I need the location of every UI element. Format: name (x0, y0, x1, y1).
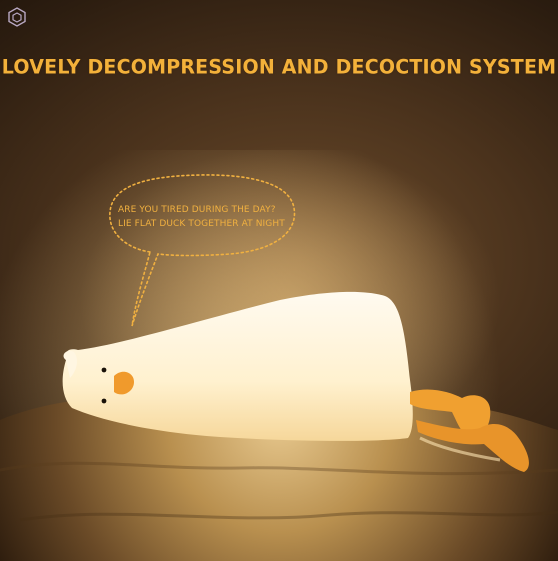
speech-bubble (109, 174, 296, 327)
product-scene: LOVELY DECOMPRESSION AND DECOCTION SYSTE… (0, 0, 558, 561)
speech-bubble-text: ARE YOU TIRED DURING THE DAY? LIE FLAT D… (118, 203, 303, 231)
bubble-line-2: LIE FLAT DUCK TOGETHER AT NIGHT (118, 219, 285, 229)
bubble-line-1: ARE YOU TIRED DURING THE DAY? (118, 205, 276, 215)
headline: LOVELY DECOMPRESSION AND DECOCTION SYSTE… (1, 55, 557, 79)
